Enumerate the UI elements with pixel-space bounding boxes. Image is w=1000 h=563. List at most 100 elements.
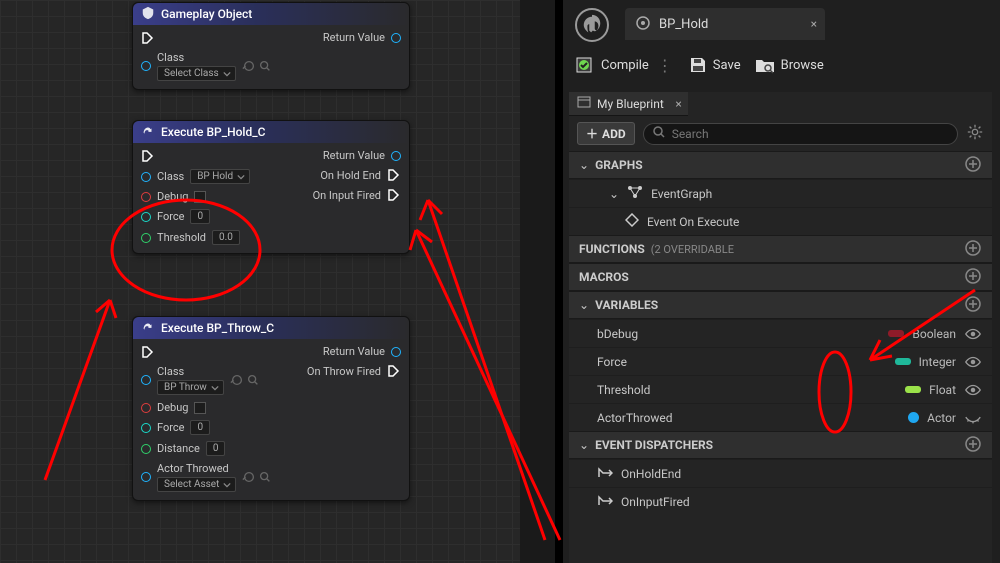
on-hold-end-pin[interactable]: On Hold End <box>313 168 401 182</box>
eye-closed-icon[interactable] <box>964 409 982 427</box>
debug-checkbox[interactable] <box>194 191 206 203</box>
event-on-execute-item[interactable]: Event On Execute <box>569 207 992 235</box>
return-value-pin[interactable]: Return Value <box>313 149 401 162</box>
eye-open-icon[interactable] <box>964 325 982 343</box>
eventgraph-item[interactable]: ⌄ EventGraph <box>569 179 992 207</box>
dispatcher-icon <box>597 465 613 482</box>
button-label: ADD <box>602 127 626 141</box>
unreal-logo-icon[interactable] <box>575 8 609 42</box>
close-icon[interactable]: × <box>675 97 681 111</box>
section-macros[interactable]: MACROS <box>569 263 992 291</box>
plus-icon: ＋ <box>586 125 598 142</box>
exec-in-pin[interactable] <box>141 345 272 359</box>
pin-label: Debug <box>157 401 188 414</box>
class-pin[interactable]: Class Select Class <box>141 51 272 81</box>
node-title: Gameplay Object <box>161 7 252 21</box>
eye-open-icon[interactable] <box>964 381 982 399</box>
save-button[interactable]: Save <box>689 56 741 74</box>
dispatcher-row[interactable]: OnInputFired <box>569 487 992 515</box>
event-icon <box>625 213 639 230</box>
variable-type: Float <box>929 383 956 397</box>
blueprint-graph-canvas[interactable]: Gameplay Object Class Select Class <box>0 0 520 563</box>
variable-type: Integer <box>919 355 956 369</box>
dispatcher-row[interactable]: OnHoldEnd <box>569 459 992 487</box>
search-placeholder: Search <box>672 127 709 141</box>
tab-label: My Blueprint <box>597 97 664 111</box>
class-pin[interactable]: Class BP Throw <box>141 365 272 395</box>
browse-asset-icon[interactable] <box>258 470 272 484</box>
type-indicator-icon <box>908 412 919 423</box>
debug-pin[interactable]: Debug <box>141 190 250 203</box>
node-header[interactable]: Execute BP_Hold_C <box>133 121 409 143</box>
node-header[interactable]: Gameplay Object <box>133 3 409 25</box>
return-value-pin[interactable]: Return Value <box>323 31 401 44</box>
pin-label: Actor Throwed <box>157 462 236 475</box>
section-functions[interactable]: FUNCTIONS(2 OVERRIDABLE <box>569 235 992 263</box>
pin-label: On Throw Fired <box>307 365 381 378</box>
variable-row[interactable]: Force Integer <box>569 347 992 375</box>
compile-button[interactable]: Compile ⋮ <box>575 55 675 75</box>
force-pin[interactable]: Force0 <box>141 209 250 224</box>
section-graphs[interactable]: ⌄GRAPHS <box>569 151 992 179</box>
save-icon <box>689 56 707 74</box>
add-variable-icon[interactable] <box>964 295 982 316</box>
exec-in-pin[interactable] <box>141 149 250 163</box>
threshold-pin[interactable]: Threshold0.0 <box>141 230 250 245</box>
section-variables[interactable]: ⌄VARIABLES <box>569 291 992 319</box>
asset-dropdown[interactable]: Select Asset <box>157 477 236 492</box>
on-throw-fired-pin[interactable]: On Throw Fired <box>307 364 401 378</box>
editor-main-tab[interactable]: BP_Hold × <box>625 8 825 40</box>
my-blueprint-panel: My Blueprint × ＋ ADD Search ⌄GRAPHS ⌄ Eve… <box>569 92 992 563</box>
class-dropdown[interactable]: BP Hold <box>190 169 250 184</box>
class-dropdown[interactable]: BP Throw <box>157 380 224 395</box>
close-icon[interactable]: × <box>811 17 817 31</box>
actor-throwed-pin[interactable]: Actor Throwed Select Asset <box>141 462 272 492</box>
function-node-icon <box>141 6 155 23</box>
variable-row[interactable]: Threshold Float <box>569 375 992 403</box>
class-dropdown[interactable]: Select Class <box>157 66 236 81</box>
eye-open-icon[interactable] <box>964 353 982 371</box>
force-field[interactable]: 0 <box>190 209 210 224</box>
on-input-fired-pin[interactable]: On Input Fired <box>313 188 401 202</box>
gear-icon[interactable] <box>966 123 984 144</box>
node-header[interactable]: Execute BP_Throw_C <box>133 317 409 339</box>
my-blueprint-tab[interactable]: My Blueprint × <box>569 92 688 116</box>
force-pin[interactable]: Force0 <box>141 420 272 435</box>
debug-pin[interactable]: Debug <box>141 401 272 414</box>
variable-name: Threshold <box>597 383 650 397</box>
add-button[interactable]: ＋ ADD <box>577 122 635 145</box>
browse-asset-icon[interactable] <box>258 59 272 73</box>
browse-asset-icon[interactable] <box>246 373 260 387</box>
distance-pin[interactable]: Distance0 <box>141 441 272 456</box>
force-field[interactable]: 0 <box>190 420 210 435</box>
use-selected-icon[interactable] <box>230 373 244 387</box>
add-function-icon[interactable] <box>964 239 982 260</box>
section-label: EVENT DISPATCHERS <box>595 438 713 452</box>
node-execute-bp-hold[interactable]: Execute BP_Hold_C Class BP Hold Debug Fo… <box>132 120 410 254</box>
browse-button[interactable]: Browse <box>755 56 824 74</box>
section-label: MACROS <box>579 270 629 284</box>
threshold-field[interactable]: 0.0 <box>212 230 240 245</box>
add-macro-icon[interactable] <box>964 267 982 288</box>
node-gameplay-object[interactable]: Gameplay Object Class Select Class <box>132 2 410 90</box>
add-dispatcher-icon[interactable] <box>964 435 982 456</box>
distance-field[interactable]: 0 <box>206 441 226 456</box>
section-event-dispatchers[interactable]: ⌄EVENT DISPATCHERS <box>569 431 992 459</box>
compile-options-icon[interactable]: ⋮ <box>655 56 675 75</box>
class-pin[interactable]: Class BP Hold <box>141 169 250 184</box>
exec-in-pin[interactable] <box>141 31 272 45</box>
search-input[interactable]: Search <box>643 123 958 145</box>
variable-name: Force <box>597 355 627 369</box>
pin-label: Return Value <box>323 149 385 162</box>
node-execute-bp-throw[interactable]: Execute BP_Throw_C Class BP Throw Debug <box>132 316 410 501</box>
debug-checkbox[interactable] <box>194 402 206 414</box>
return-value-pin[interactable]: Return Value <box>307 345 401 358</box>
add-graph-icon[interactable] <box>964 155 982 176</box>
variable-row[interactable]: bDebug Boolean <box>569 319 992 347</box>
variable-type: Actor <box>927 411 956 425</box>
use-selected-icon[interactable] <box>242 470 256 484</box>
editor-right-panel: BP_Hold × Compile ⋮ Save Browse My Bluep… <box>555 0 1000 563</box>
variable-row[interactable]: ActorThrowed Actor <box>569 403 992 431</box>
use-selected-icon[interactable] <box>242 59 256 73</box>
button-label: Compile <box>601 58 649 73</box>
